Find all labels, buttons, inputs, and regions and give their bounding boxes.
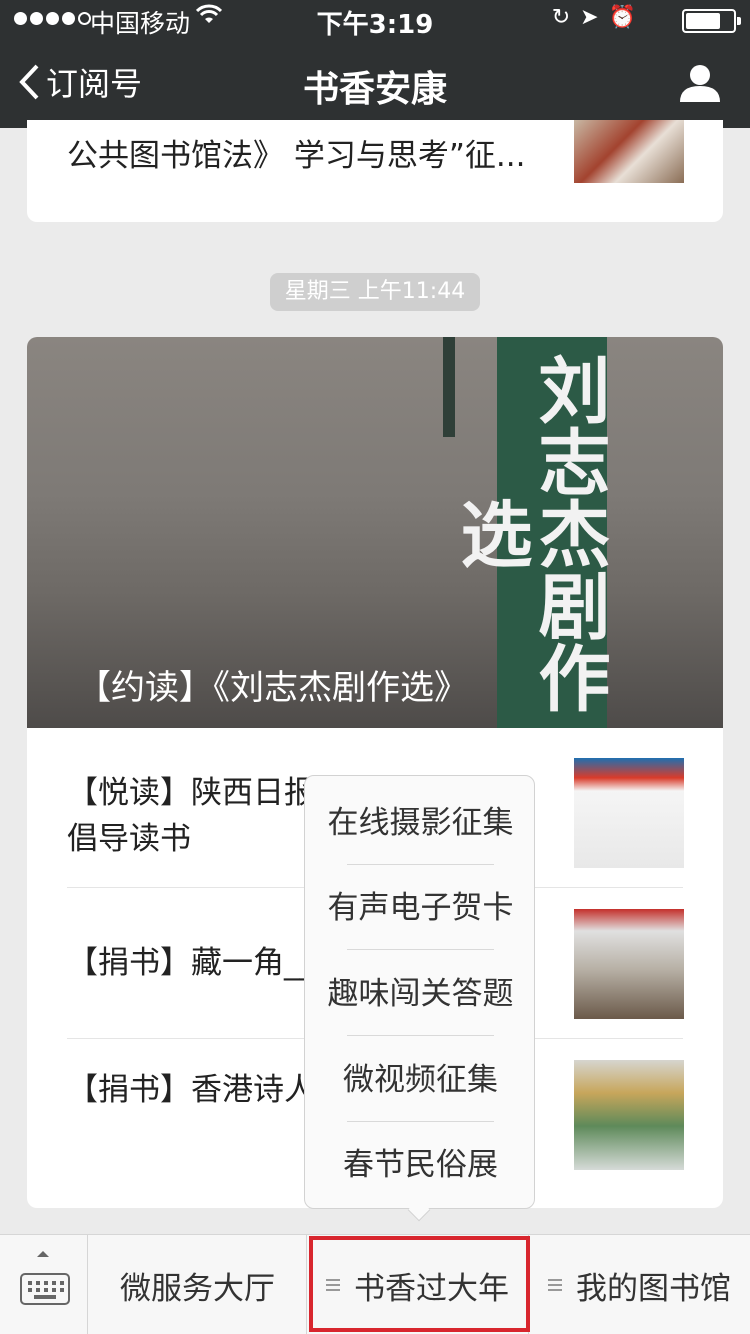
menu-lines-icon — [548, 1279, 562, 1291]
submenu-popup: 在线摄影征集 有声电子贺卡 趣味闯关答题 微视频征集 春节民俗展 — [304, 775, 535, 1209]
message-timestamp: 星期三 上午11:44 — [270, 273, 480, 311]
previous-article-thumbnail — [574, 120, 684, 183]
hero-image-banner: 刘志杰剧作选 — [448, 337, 610, 728]
profile-button[interactable] — [680, 64, 720, 106]
submenu-item-greeting-card[interactable]: 有声电子贺卡 — [305, 865, 536, 951]
hero-image-pole — [443, 337, 455, 437]
divider — [347, 1035, 494, 1036]
submenu-item-photo[interactable]: 在线摄影征集 — [305, 780, 536, 866]
menu-button-my-library[interactable]: 我的图书馆 — [529, 1235, 750, 1334]
rotation-lock-icon: ↻ — [551, 5, 581, 30]
alarm-icon: ⏰ — [608, 5, 646, 30]
location-icon: ➤ — [580, 5, 609, 30]
chevron-up-icon — [37, 1251, 49, 1257]
top-bar: 中国移动 下午3:19 ↻➤⏰ 订阅号 书香安康 — [0, 0, 750, 128]
keyboard-toggle-button[interactable] — [0, 1235, 88, 1334]
list-item-thumbnail — [574, 1060, 684, 1170]
divider — [347, 949, 494, 950]
person-icon — [680, 65, 720, 102]
page-title: 书香安康 — [302, 69, 447, 110]
selection-highlight — [309, 1236, 530, 1332]
battery-icon — [682, 9, 741, 33]
previous-article-card[interactable]: 公共图书馆法》 学习与思考”征... — [27, 120, 723, 222]
submenu-item-folk-exhibit[interactable]: 春节民俗展 — [305, 1122, 536, 1208]
hero-caption: 【约读】《刘志杰剧作选》 — [77, 668, 468, 708]
hero-article[interactable]: 刘志杰剧作选 【约读】《刘志杰剧作选》 — [27, 337, 723, 728]
submenu-item-video[interactable]: 微视频征集 — [305, 1037, 536, 1123]
status-icons: ↻➤⏰ — [552, 5, 646, 30]
hero-banner-text: 刘志杰剧作选 — [448, 352, 610, 713]
list-item-thumbnail — [574, 758, 684, 868]
list-item-thumbnail — [574, 909, 684, 1019]
previous-article-title: 公共图书馆法》 学习与思考”征... — [67, 138, 526, 174]
menu-button-label: 微服务大厅 — [120, 1270, 275, 1307]
submenu-item-quiz[interactable]: 趣味闯关答题 — [305, 951, 536, 1037]
menu-button-label: 我的图书馆 — [576, 1270, 731, 1307]
menu-button-service-hall[interactable]: 微服务大厅 — [89, 1235, 307, 1334]
status-bar: 中国移动 下午3:19 ↻➤⏰ — [0, 0, 750, 40]
keyboard-icon — [20, 1273, 70, 1305]
